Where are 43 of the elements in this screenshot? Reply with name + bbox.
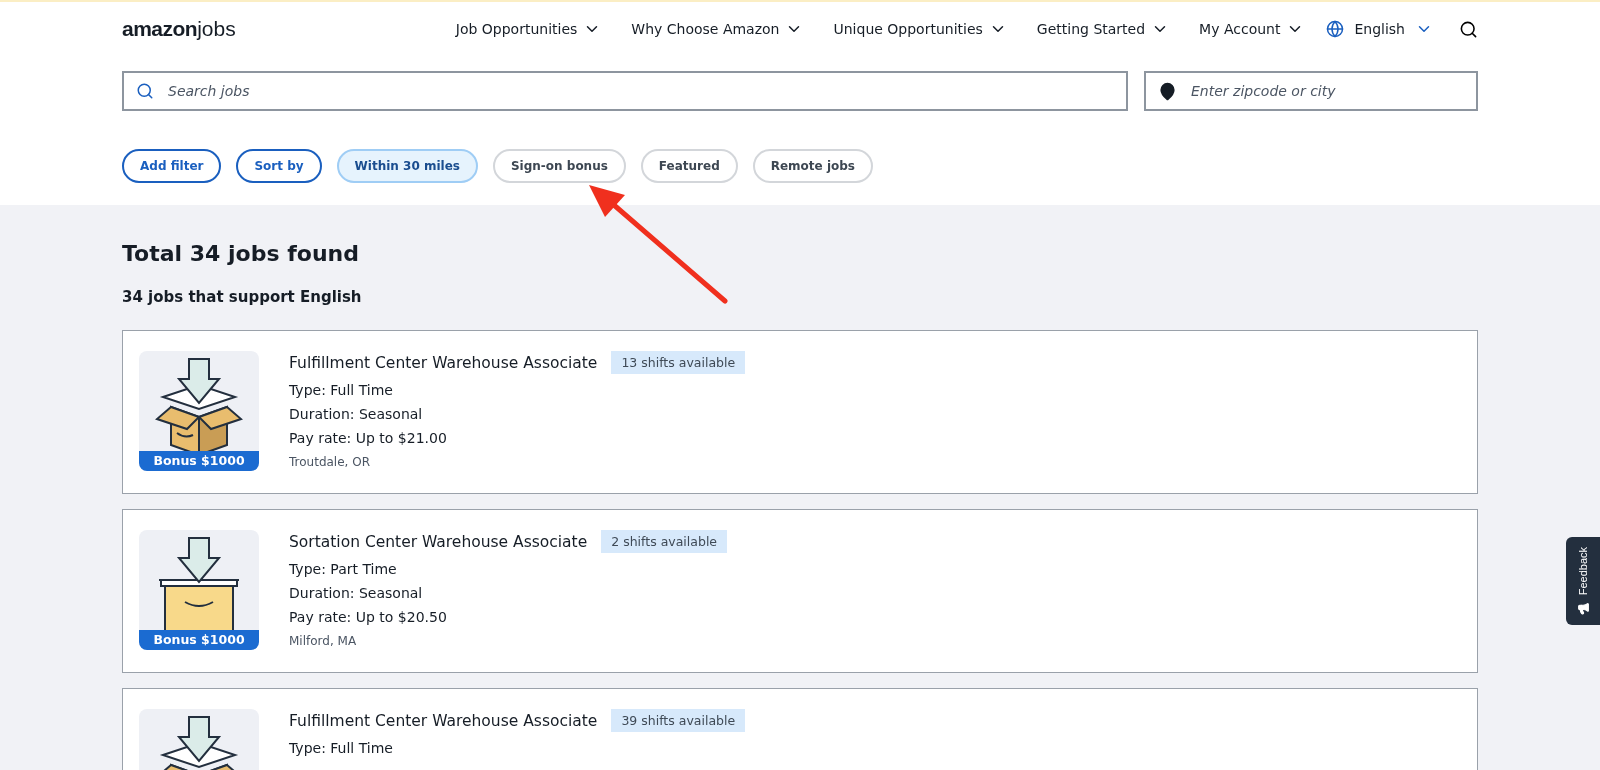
filter-chip[interactable]: Within 30 miles	[336, 149, 478, 183]
nav-menu-item[interactable]: My Account	[1199, 20, 1305, 38]
job-card[interactable]: Fulfillment Center Warehouse Associate 39 shifts available Type: Full Time	[122, 688, 1478, 770]
search-icon	[136, 82, 154, 100]
filter-chip[interactable]: Add filter	[122, 149, 222, 183]
job-detail: Pay rate: Up to $21.00	[289, 430, 448, 446]
job-card[interactable]: Bonus $1000 Sortation Center Warehouse Associate 2 shifts available Type: Part Time Duration: Seasonal Pay rate: Up to $20.50 Milford, MA	[122, 509, 1478, 673]
job-location: Milford, MA	[289, 634, 358, 648]
language-selector[interactable]: English	[1326, 20, 1433, 38]
job-detail: Type: Full Time	[289, 382, 394, 398]
filter-chip[interactable]: Sign-on bonus	[492, 149, 626, 183]
filter-chip[interactable]: Sort by	[236, 149, 322, 183]
nav-menu-item[interactable]: Why Choose Amazon	[631, 20, 804, 38]
shifts-tag: 13 shifts available	[611, 351, 746, 374]
job-title-link[interactable]: Sortation Center Warehouse Associate	[289, 532, 588, 551]
shifts-tag: 39 shifts available	[611, 709, 746, 732]
job-location: Troutdale, OR	[289, 455, 371, 469]
map-pin-icon	[1158, 81, 1177, 101]
bonus-label: Bonus $1000	[139, 451, 259, 471]
nav-menu-item[interactable]: Getting Started	[1036, 20, 1170, 38]
job-detail: Pay rate: Up to $20.50	[289, 609, 448, 625]
filter-chip[interactable]: Featured	[640, 149, 738, 183]
search-button[interactable]	[1459, 19, 1478, 39]
filter-chip[interactable]: Remote jobs	[752, 149, 873, 183]
search-field[interactable]: Search jobs	[122, 71, 1128, 111]
job-title-link[interactable]: Fulfillment Center Warehouse Associate	[289, 353, 598, 372]
shifts-tag: 2 shifts available	[601, 530, 728, 553]
bonus-label: Bonus $1000	[139, 630, 259, 650]
results-heading: Total 34 jobs found	[122, 241, 360, 266]
job-title-link[interactable]: Fulfillment Center Warehouse Associate	[289, 711, 598, 730]
job-detail: Type: Part Time	[289, 561, 398, 577]
feedback-tab[interactable]: Feedback	[1566, 537, 1600, 625]
logo[interactable]: amazonjobs	[122, 17, 456, 41]
job-detail: Duration: Seasonal	[289, 585, 424, 601]
globe-icon	[1326, 20, 1345, 38]
megaphone-icon	[1576, 601, 1590, 615]
location-field[interactable]: Enter zipcode or city	[1144, 71, 1478, 111]
nav-menu-item[interactable]: Job Opportunities	[455, 20, 602, 38]
results-subheading: 34 jobs that support English	[122, 288, 363, 306]
job-detail: Type: Full Time	[289, 740, 394, 756]
job-detail: Duration: Seasonal	[289, 406, 424, 422]
nav-menu-item[interactable]: Unique Opportunities	[833, 20, 1007, 38]
job-card[interactable]: Bonus $1000 Fulfillment Center Warehouse Associate 13 shifts available Type: Full Time Duration: Seasonal Pay rate: Up to $21.00 Troutdale, OR	[122, 330, 1478, 494]
